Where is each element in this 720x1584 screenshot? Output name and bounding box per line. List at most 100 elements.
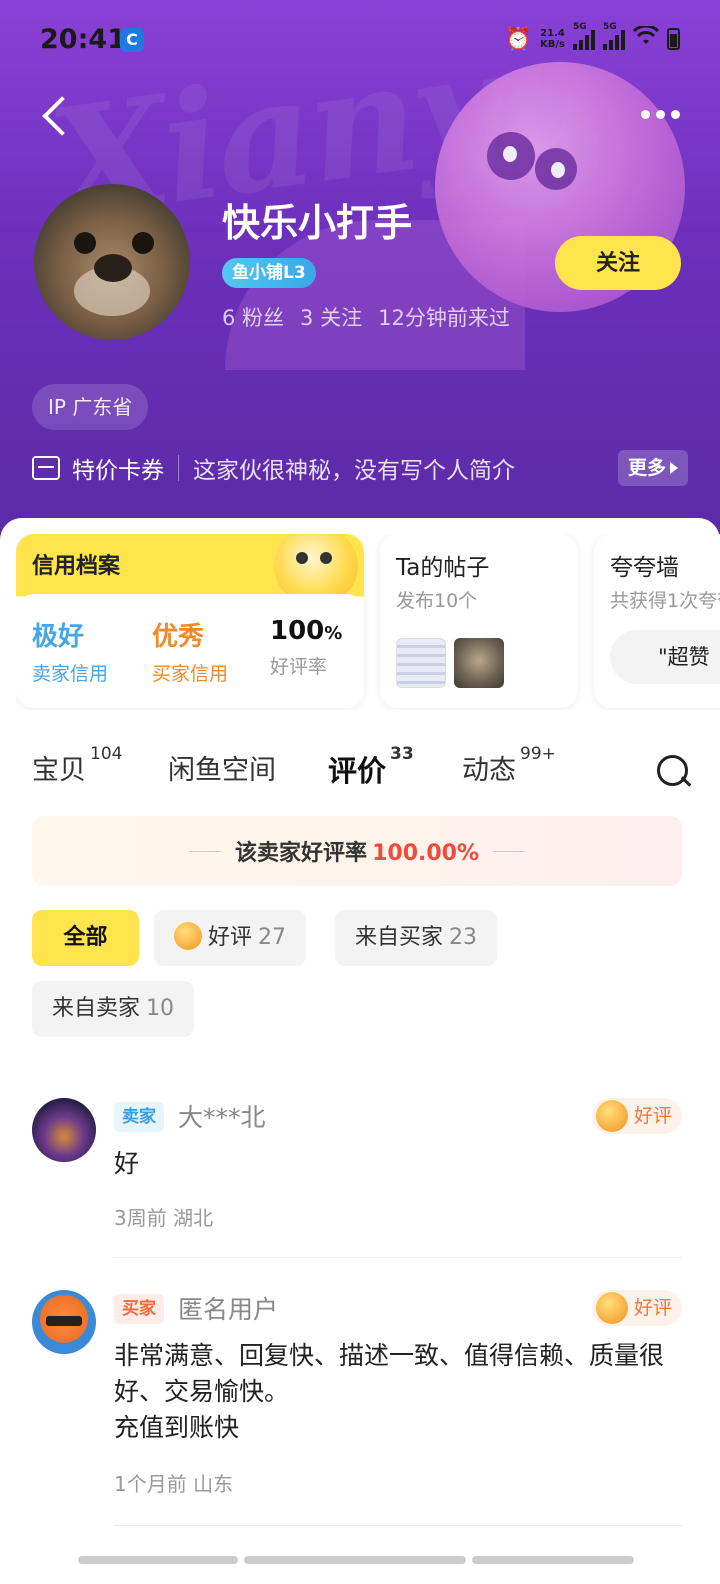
username: 快乐小打手 <box>222 201 413 245</box>
bio-more-button[interactable]: 更多 <box>617 450 688 486</box>
review-item[interactable]: 买家 匿名用户 好评 非常满意、回复快、描述一致、值得信赖、质量很好、交易愉快。… <box>32 1290 682 1525</box>
review-meta: 1个月前 山东 <box>114 1468 233 1497</box>
seller-credit-level: 极好 <box>32 622 85 652</box>
positive-rate-label: 好评率 <box>270 656 328 678</box>
review-time: 3周前 <box>114 1206 167 1230</box>
coupon-link[interactable]: 特价卡券 <box>72 451 164 485</box>
bottom-loading-placeholder <box>78 1556 638 1566</box>
filter-from-buyers-count: 23 <box>449 925 478 950</box>
buyer-credit-label: 买家信用 <box>152 663 229 685</box>
seller-credit: 极好 卖家信用 <box>32 616 108 686</box>
rating-label: 好评 <box>633 1105 672 1127</box>
tab-space[interactable]: 闲鱼空间 <box>168 748 276 787</box>
smile-emoji-icon <box>595 1100 628 1132</box>
review-content: 好 <box>114 1149 140 1178</box>
profile-tabs: 宝贝104 闲鱼空间 评价 33 动态99+ <box>32 744 720 798</box>
last-seen-text: 12分钟前来过 <box>378 306 510 330</box>
filter-from-sellers[interactable]: 来自卖家 10 <box>32 981 195 1037</box>
smile-emoji-icon <box>174 922 202 950</box>
followers-count[interactable]: 6 粉丝 <box>222 302 284 332</box>
posts-card-title: Ta的帖子 <box>396 555 490 581</box>
positive-rate-banner: 该卖家好评率 100.00% <box>32 816 682 886</box>
positive-rate-value: 100 <box>270 616 325 646</box>
rating-label: 好评 <box>633 1297 672 1319</box>
mascot-eye-icon <box>487 132 535 180</box>
filter-all[interactable]: 全部 <box>32 910 139 966</box>
divider <box>188 850 221 852</box>
follow-button[interactable]: 关注 <box>555 236 681 290</box>
praise-wall-card[interactable]: 夸夸墙 共获得1次夸夸 "超赞 <box>594 534 720 708</box>
credit-card[interactable]: 信用档案 极好 卖家信用 优秀 买家信用 100% 好评率 <box>16 534 364 708</box>
battery-icon <box>667 28 680 50</box>
bio-more-label: 更多 <box>627 457 666 479</box>
following-count[interactable]: 3 关注 <box>300 302 362 332</box>
credit-card-title: 信用档案 <box>32 554 121 579</box>
reviewer-avatar[interactable] <box>32 1290 96 1354</box>
praise-wall-title: 夸夸墙 <box>610 555 679 581</box>
seller-credit-label: 卖家信用 <box>32 663 109 685</box>
review-item[interactable]: 卖家 大***北 好评 好 3周前 湖北 <box>32 1098 682 1258</box>
shop-level-badge[interactable]: 鱼小铺L3 <box>222 258 316 288</box>
signal-5g-icon: 5G <box>573 22 595 50</box>
coupon-bio-row: 特价卡券 这家伙很神秘，没有写个人简介 更多 <box>32 448 688 488</box>
caret-right-icon <box>670 462 678 474</box>
tab-activity-count: 99+ <box>520 744 556 764</box>
credit-card-body: 极好 卖家信用 优秀 买家信用 100% 好评率 <box>16 594 364 708</box>
rate-banner-text: 该卖家好评率 <box>234 841 367 866</box>
review-meta: 3周前 湖北 <box>114 1202 213 1231</box>
rating-badge: 好评 <box>591 1098 682 1134</box>
user-bio: 这家伙很神秘，没有写个人简介 <box>193 458 515 484</box>
tab-items[interactable]: 宝贝104 <box>32 744 122 787</box>
signal-label: 5G <box>573 22 587 32</box>
tab-reviews-label: 评价 <box>328 754 387 788</box>
reviewer-avatar[interactable] <box>32 1098 96 1162</box>
filter-from-buyers[interactable]: 来自买家 23 <box>335 910 498 966</box>
network-speed-value: 21.4 <box>540 28 565 39</box>
more-options-button[interactable] <box>641 110 680 119</box>
filter-from-sellers-count: 10 <box>146 996 175 1021</box>
reviewer-role-badge: 卖家 <box>114 1102 164 1132</box>
user-avatar[interactable] <box>34 184 190 340</box>
positive-rate: 100% 好评率 <box>270 616 342 679</box>
status-icons: ⏰ 21.4 KB/s 5G 5G <box>504 22 680 52</box>
tab-reviews[interactable]: 评价 33 <box>328 744 414 790</box>
status-bar: 20:41 C ⏰ 21.4 KB/s 5G 5G <box>0 22 720 62</box>
mascot-eye-icon <box>535 148 577 190</box>
info-cards-carousel[interactable]: 信用档案 极好 卖家信用 优秀 买家信用 100% 好评率 Ta的帖子 发布10… <box>16 534 720 710</box>
tab-activity-label: 动态 <box>462 755 516 786</box>
signal-label: 5G <box>603 22 617 32</box>
user-stats: 6 粉丝 3 关注 12分钟前来过 <box>222 302 510 332</box>
divider <box>114 1257 682 1258</box>
tab-reviews-count: 33 <box>390 744 414 764</box>
divider <box>178 455 179 481</box>
network-speed-unit: KB/s <box>540 39 565 50</box>
rate-banner-value: 100.00% <box>372 841 480 866</box>
tab-items-count: 104 <box>90 744 123 764</box>
search-icon[interactable] <box>656 754 692 790</box>
filter-positive-label: 好评 <box>208 925 253 950</box>
reviewer-role-badge: 买家 <box>114 1294 164 1324</box>
review-location: 湖北 <box>173 1206 214 1230</box>
praise-wall-subtitle: 共获得1次夸夸 <box>610 590 720 612</box>
alarm-icon: ⏰ <box>504 26 533 52</box>
coupon-icon <box>32 456 60 480</box>
review-content: 非常满意、回复快、描述一致、值得信赖、质量很好、交易愉快。 充值到账快 <box>114 1341 665 1442</box>
ip-location-tag: IP 广东省 <box>32 384 149 430</box>
tab-items-label: 宝贝 <box>32 755 86 786</box>
smile-emoji-icon <box>595 1292 628 1324</box>
filter-positive-count: 27 <box>258 925 287 950</box>
profile-header: Xianyu 20:41 C ⏰ 21.4 KB/s 5G 5G 快乐小打手 鱼… <box>0 0 720 560</box>
posts-card[interactable]: Ta的帖子 发布10个 <box>380 534 578 708</box>
divider <box>114 1525 682 1526</box>
tab-activity[interactable]: 动态99+ <box>462 744 556 787</box>
filter-positive[interactable]: 好评 27 <box>154 910 307 966</box>
network-speed: 21.4 KB/s <box>540 28 565 50</box>
wifi-icon <box>632 24 660 52</box>
signal-5g-icon: 5G <box>603 22 625 50</box>
reviewer-name: 大***北 <box>178 1103 266 1132</box>
back-button[interactable] <box>40 96 74 140</box>
tab-space-label: 闲鱼空间 <box>168 755 276 786</box>
divider <box>493 850 526 852</box>
filter-from-sellers-label: 来自卖家 <box>52 996 141 1021</box>
buyer-credit-level: 优秀 <box>152 622 205 652</box>
